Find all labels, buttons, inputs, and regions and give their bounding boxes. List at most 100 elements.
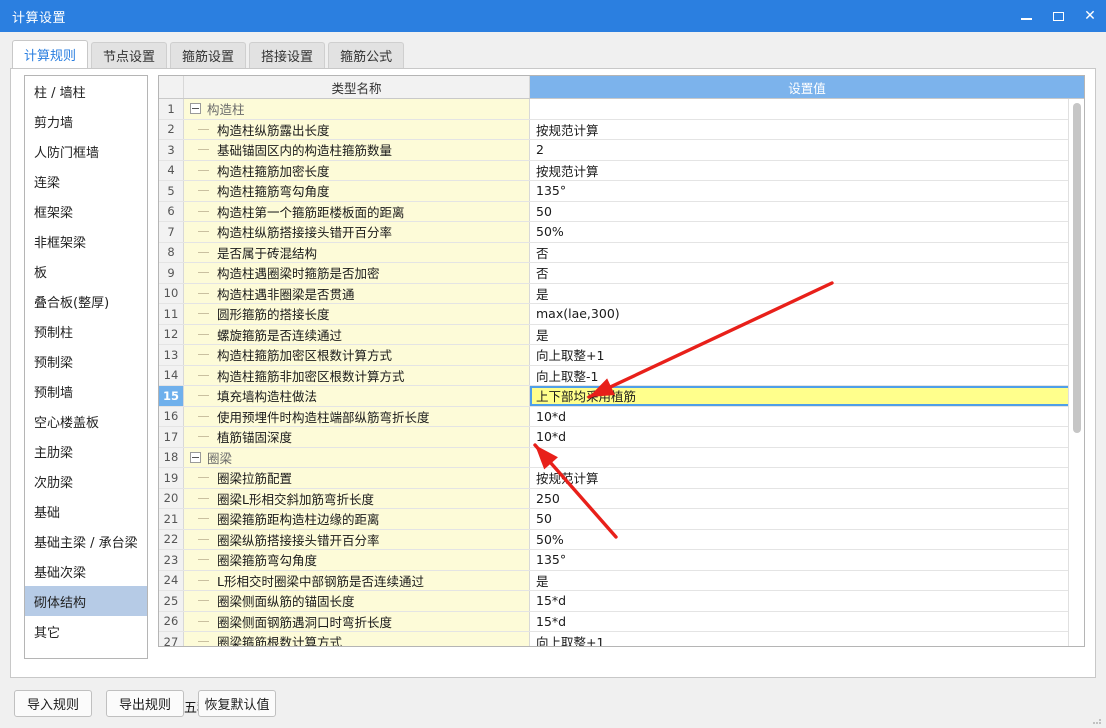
sidebar-item-3[interactable]: 连梁 (25, 166, 147, 196)
grid-header-type-name[interactable]: 类型名称 (184, 76, 530, 98)
table-row[interactable]: 17 植筋锚固深度 10*d (159, 427, 1084, 448)
row-type-name-cell[interactable]: 圈梁拉筋配置 (184, 468, 530, 488)
row-setting-value-cell[interactable]: max(lae,300) (530, 304, 1084, 324)
row-type-name-cell[interactable]: 是否属于砖混结构 (184, 242, 530, 262)
sidebar-item-5[interactable]: 非框架梁 (25, 226, 147, 256)
row-number[interactable]: 2 (159, 119, 184, 139)
action-button-1[interactable]: 导出规则 (106, 690, 184, 717)
table-row[interactable]: 22 圈梁纵筋搭接接头错开百分率 50% (159, 529, 1084, 550)
row-type-name-cell[interactable]: 圈梁侧面钢筋遇洞口时弯折长度 (184, 611, 530, 631)
row-setting-value-cell[interactable]: 10*d (530, 427, 1084, 447)
table-row[interactable]: 7 构造柱纵筋搭接接头错开百分率 50% (159, 222, 1084, 243)
table-row[interactable]: 16 使用预埋件时构造柱端部纵筋弯折长度 10*d (159, 406, 1084, 427)
tab-4[interactable]: 箍筋公式 (328, 42, 405, 68)
row-number[interactable]: 20 (159, 488, 184, 508)
row-number[interactable]: 24 (159, 570, 184, 590)
sidebar-item-15[interactable]: 基础主梁 / 承台梁 (25, 526, 147, 556)
row-type-name-cell[interactable]: 构造柱箍筋加密区根数计算方式 (184, 345, 530, 365)
table-row[interactable]: 14 构造柱箍筋非加密区根数计算方式 向上取整-1 (159, 365, 1084, 386)
collapse-minus-icon[interactable] (190, 103, 201, 115)
row-number[interactable]: 16 (159, 406, 184, 426)
row-number[interactable]: 22 (159, 529, 184, 549)
grid-vertical-scrollbar[interactable] (1068, 99, 1084, 646)
row-number[interactable]: 26 (159, 611, 184, 631)
table-row[interactable]: 24 L形相交时圈梁中部钢筋是否连续通过 是 (159, 570, 1084, 591)
sidebar-item-9[interactable]: 预制梁 (25, 346, 147, 376)
row-setting-value-cell[interactable]: 按规范计算 (530, 468, 1084, 488)
row-type-name-cell[interactable]: 构造柱遇圈梁时箍筋是否加密 (184, 263, 530, 283)
maximize-button[interactable] (1042, 0, 1074, 32)
row-number[interactable]: 7 (159, 222, 184, 242)
row-setting-value-cell[interactable] (530, 99, 1084, 119)
table-row[interactable]: 27 圈梁箍筋根数计算方式 向上取整+1 (159, 632, 1084, 646)
tab-1[interactable]: 节点设置 (91, 42, 168, 68)
row-type-name-cell[interactable]: 构造柱 (184, 99, 530, 119)
table-row[interactable]: 11 圆形箍筋的搭接长度 max(lae,300) (159, 304, 1084, 325)
table-row[interactable]: 1 构造柱 (159, 99, 1084, 120)
row-number[interactable]: 12 (159, 324, 184, 344)
table-row[interactable]: 5 构造柱箍筋弯勾角度 135° (159, 181, 1084, 202)
table-row[interactable]: 10 构造柱遇非圈梁是否贯通 是 (159, 283, 1084, 304)
sidebar-item-11[interactable]: 空心楼盖板 (25, 406, 147, 436)
row-number[interactable]: 8 (159, 242, 184, 262)
row-setting-value-cell[interactable]: 向上取整+1 (530, 632, 1084, 646)
row-setting-value-cell[interactable]: 是 (530, 324, 1084, 344)
sidebar-item-6[interactable]: 板 (25, 256, 147, 286)
row-setting-value-cell[interactable]: 向上取整-1 (530, 365, 1084, 385)
row-type-name-cell[interactable]: L形相交时圈梁中部钢筋是否连续通过 (184, 570, 530, 590)
row-number[interactable]: 9 (159, 263, 184, 283)
row-type-name-cell[interactable]: 构造柱箍筋加密长度 (184, 160, 530, 180)
row-number[interactable]: 19 (159, 468, 184, 488)
tab-2[interactable]: 箍筋设置 (170, 42, 247, 68)
table-row[interactable]: 9 构造柱遇圈梁时箍筋是否加密 否 (159, 263, 1084, 284)
table-row[interactable]: 21 圈梁箍筋距构造柱边缘的距离 50 (159, 509, 1084, 530)
row-number[interactable]: 11 (159, 304, 184, 324)
action-button-2[interactable]: 恢复默认值 (198, 690, 276, 717)
sidebar-item-8[interactable]: 预制柱 (25, 316, 147, 346)
row-number[interactable]: 1 (159, 99, 184, 119)
row-type-name-cell[interactable]: 螺旋箍筋是否连续通过 (184, 324, 530, 344)
grid-header-setting-value[interactable]: 设置值 (530, 76, 1084, 98)
row-setting-value-cell[interactable]: 50% (530, 529, 1084, 549)
category-sidebar[interactable]: 柱 / 墙柱 剪力墙 人防门框墙 连梁 框架梁 非框架梁板叠合板(整厚) 预制柱 预制梁 预制墙… (24, 75, 148, 659)
tab-3[interactable]: 搭接设置 (249, 42, 326, 68)
sidebar-item-18[interactable]: 其它 (25, 616, 147, 646)
table-row[interactable]: 2 构造柱纵筋露出长度 按规范计算 (159, 119, 1084, 140)
grid-scrollbar-thumb[interactable] (1073, 103, 1081, 433)
table-row[interactable]: 23 圈梁箍筋弯勾角度 135° (159, 550, 1084, 571)
sidebar-item-0[interactable]: 柱 / 墙柱 (25, 76, 147, 106)
row-type-name-cell[interactable]: 构造柱遇非圈梁是否贯通 (184, 283, 530, 303)
table-row[interactable]: 8 是否属于砖混结构 否 (159, 242, 1084, 263)
row-number[interactable]: 4 (159, 160, 184, 180)
sidebar-item-14[interactable]: 基础 (25, 496, 147, 526)
row-type-name-cell[interactable]: 填充墙构造柱做法 (184, 386, 530, 406)
table-row[interactable]: 25 圈梁侧面纵筋的锚固长度 15*d (159, 591, 1084, 612)
row-setting-value-cell[interactable]: 上下部均采用植筋 (530, 386, 1084, 406)
sidebar-item-2[interactable]: 人防门框墙 (25, 136, 147, 166)
row-number[interactable]: 13 (159, 345, 184, 365)
row-setting-value-cell[interactable]: 10*d (530, 406, 1084, 426)
row-type-name-cell[interactable]: 圈梁箍筋根数计算方式 (184, 632, 530, 646)
row-number[interactable]: 3 (159, 140, 184, 160)
table-row[interactable]: 13 构造柱箍筋加密区根数计算方式 向上取整+1 (159, 345, 1084, 366)
row-setting-value-cell[interactable]: 向上取整+1 (530, 345, 1084, 365)
row-setting-value-cell[interactable]: 50 (530, 509, 1084, 529)
table-row[interactable]: 4 构造柱箍筋加密长度 按规范计算 (159, 160, 1084, 181)
row-number[interactable]: 21 (159, 509, 184, 529)
row-number[interactable]: 23 (159, 550, 184, 570)
row-setting-value-cell[interactable]: 50% (530, 222, 1084, 242)
sidebar-item-10[interactable]: 预制墙 (25, 376, 147, 406)
row-setting-value-cell[interactable]: 2 (530, 140, 1084, 160)
row-type-name-cell[interactable]: 圈梁纵筋搭接接头错开百分率 (184, 529, 530, 549)
row-type-name-cell[interactable]: 构造柱第一个箍筋距楼板面的距离 (184, 201, 530, 221)
row-number[interactable]: 5 (159, 181, 184, 201)
row-type-name-cell[interactable]: 圈梁箍筋弯勾角度 (184, 550, 530, 570)
row-setting-value-cell[interactable]: 否 (530, 263, 1084, 283)
row-type-name-cell[interactable]: 圈梁L形相交斜加筋弯折长度 (184, 488, 530, 508)
sidebar-item-13[interactable]: 次肋梁 (25, 466, 147, 496)
table-row[interactable]: 3 基础锚固区内的构造柱箍筋数量 2 (159, 140, 1084, 161)
table-row[interactable]: 19 圈梁拉筋配置 按规范计算 (159, 468, 1084, 489)
close-button[interactable]: ✕ (1074, 0, 1106, 32)
sidebar-item-16[interactable]: 基础次梁 (25, 556, 147, 586)
row-setting-value-cell[interactable]: 按规范计算 (530, 160, 1084, 180)
